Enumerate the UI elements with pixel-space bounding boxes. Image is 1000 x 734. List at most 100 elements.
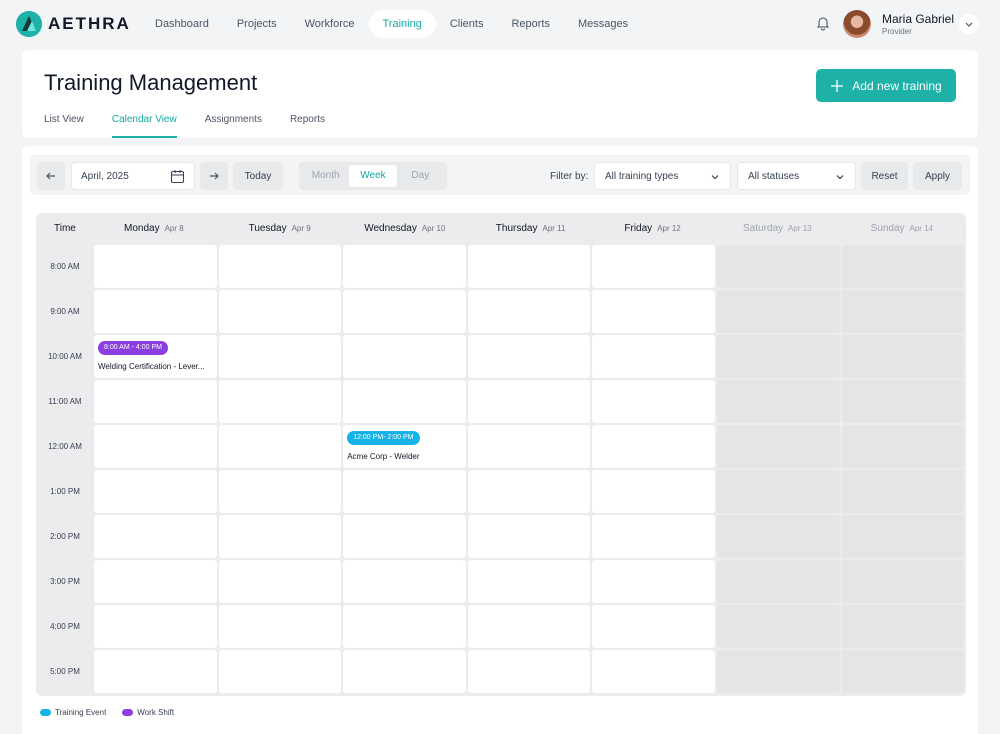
time-slot[interactable]: [717, 650, 840, 693]
nav-projects[interactable]: Projects: [223, 10, 291, 38]
time-slot[interactable]: [218, 245, 342, 288]
time-slot[interactable]: [717, 335, 840, 378]
time-slot[interactable]: [592, 425, 715, 468]
time-slot[interactable]: [717, 560, 840, 603]
time-slot[interactable]: [218, 470, 342, 513]
view-week[interactable]: Week: [349, 165, 397, 187]
tab-calendar-view[interactable]: Calendar View: [111, 112, 177, 138]
time-slot[interactable]: [218, 560, 342, 603]
time-slot[interactable]: [94, 470, 217, 513]
time-slot[interactable]: [467, 335, 591, 378]
nav-dashboard[interactable]: Dashboard: [141, 10, 223, 38]
time-slot[interactable]: [841, 470, 965, 513]
event-title[interactable]: Welding Certification - Lever...: [98, 362, 213, 371]
time-slot[interactable]: [218, 425, 342, 468]
nav-clients[interactable]: Clients: [436, 10, 498, 38]
time-slot[interactable]: [343, 515, 466, 558]
time-slot[interactable]: [343, 335, 466, 378]
reset-button[interactable]: Reset: [861, 162, 908, 190]
time-slot[interactable]: [841, 245, 965, 288]
tab-assignments[interactable]: Assignments: [205, 112, 262, 138]
time-slot[interactable]: [841, 650, 965, 693]
time-slot[interactable]: [467, 650, 591, 693]
time-slot[interactable]: [343, 650, 466, 693]
chevron-down-icon[interactable]: [959, 14, 979, 34]
time-slot[interactable]: [94, 425, 217, 468]
time-slot[interactable]: [592, 335, 715, 378]
time-slot[interactable]: [467, 290, 591, 333]
nav-training[interactable]: Training: [368, 10, 436, 38]
time-slot[interactable]: [94, 380, 217, 423]
time-slot[interactable]: [841, 515, 965, 558]
time-slot[interactable]: [841, 290, 965, 333]
time-slot[interactable]: [841, 335, 965, 378]
prev-button[interactable]: [37, 162, 65, 190]
time-slot[interactable]: [717, 515, 840, 558]
time-slot[interactable]: [218, 380, 342, 423]
time-slot[interactable]: [343, 605, 466, 648]
time-slot[interactable]: [717, 380, 840, 423]
today-button[interactable]: Today: [233, 162, 283, 190]
calendar-icon[interactable]: [170, 169, 185, 184]
time-slot[interactable]: [592, 290, 715, 333]
nav-reports[interactable]: Reports: [497, 10, 564, 38]
time-slot[interactable]: [467, 515, 591, 558]
time-slot[interactable]: [592, 380, 715, 423]
time-slot[interactable]: [717, 425, 840, 468]
time-slot[interactable]: [94, 245, 217, 288]
time-slot[interactable]: [94, 560, 217, 603]
add-training-button[interactable]: Add new training: [816, 69, 956, 102]
time-slot[interactable]: [717, 245, 840, 288]
time-slot[interactable]: [467, 425, 591, 468]
time-slot[interactable]: [467, 560, 591, 603]
view-day[interactable]: Day: [397, 165, 444, 187]
time-slot[interactable]: [592, 650, 715, 693]
time-slot[interactable]: [592, 605, 715, 648]
time-slot[interactable]: [343, 560, 466, 603]
time-slot[interactable]: [467, 245, 591, 288]
time-slot[interactable]: [94, 605, 217, 648]
time-slot[interactable]: [94, 515, 217, 558]
time-slot[interactable]: [717, 605, 840, 648]
nav-messages[interactable]: Messages: [564, 10, 642, 38]
view-month[interactable]: Month: [302, 165, 349, 187]
time-slot[interactable]: [218, 650, 342, 693]
event-time-badge[interactable]: 8:00 AM - 4:00 PM: [98, 341, 168, 355]
bell-icon[interactable]: [815, 15, 831, 31]
avatar[interactable]: [843, 10, 871, 38]
time-slot[interactable]: [841, 560, 965, 603]
date-picker[interactable]: April, 2025: [71, 162, 195, 190]
time-slot[interactable]: [841, 605, 965, 648]
time-slot[interactable]: [467, 605, 591, 648]
time-slot[interactable]: [592, 560, 715, 603]
next-button[interactable]: [200, 162, 228, 190]
time-slot[interactable]: [717, 470, 840, 513]
time-slot[interactable]: [343, 245, 466, 288]
status-select[interactable]: All statuses: [737, 162, 856, 190]
time-slot[interactable]: [467, 380, 591, 423]
time-slot[interactable]: [218, 515, 342, 558]
apply-button[interactable]: Apply: [913, 162, 962, 190]
time-slot[interactable]: [841, 425, 965, 468]
time-slot[interactable]: [94, 650, 217, 693]
time-slot[interactable]: [218, 605, 342, 648]
nav-workforce[interactable]: Workforce: [291, 10, 369, 38]
time-slot[interactable]: [592, 515, 715, 558]
time-slot[interactable]: [592, 470, 715, 513]
event-title[interactable]: Acme Corp - Welder: [347, 452, 462, 461]
tab-list-view[interactable]: List View: [44, 112, 84, 138]
time-slot[interactable]: [343, 380, 466, 423]
tab-reports[interactable]: Reports: [290, 112, 325, 138]
time-slot[interactable]: [218, 335, 342, 378]
time-slot[interactable]: [841, 380, 965, 423]
time-slot[interactable]: [343, 470, 466, 513]
time-slot[interactable]: [218, 290, 342, 333]
event-time-badge[interactable]: 12:00 PM- 2:00 PM: [347, 431, 420, 445]
time-slot[interactable]: [592, 245, 715, 288]
time-slot[interactable]: [94, 290, 217, 333]
training-type-select[interactable]: All training types: [594, 162, 731, 190]
time-slot[interactable]: [717, 290, 840, 333]
brand-logo[interactable]: AETHRA: [16, 11, 131, 37]
time-slot[interactable]: [343, 290, 466, 333]
time-slot[interactable]: [467, 470, 591, 513]
